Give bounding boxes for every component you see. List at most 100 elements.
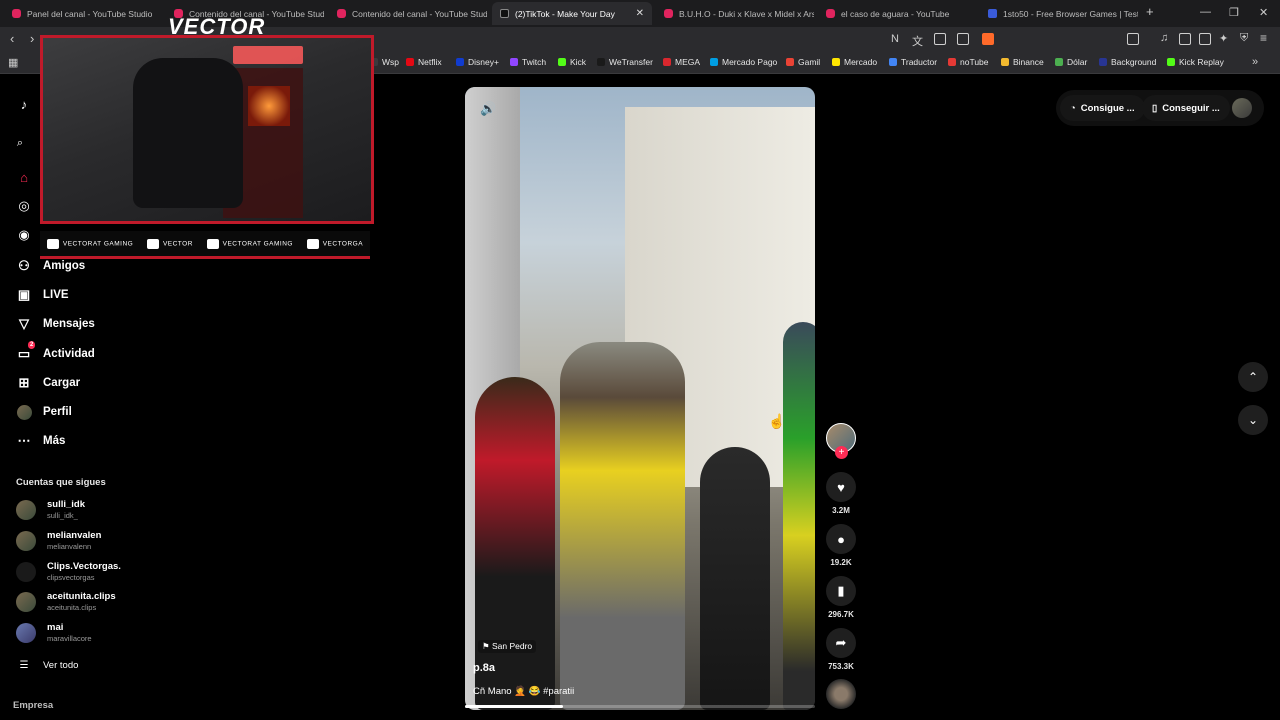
- video-player[interactable]: [465, 87, 815, 710]
- chevron-up-icon: ⌃: [1247, 370, 1259, 384]
- get-coins-button[interactable]: ◔ Consigue ...: [1060, 95, 1145, 121]
- tiktok-logo-icon[interactable]: ♪: [16, 96, 32, 112]
- bookmark-binance[interactable]: Binance: [1001, 57, 1044, 67]
- video-progress-bar[interactable]: [465, 705, 815, 708]
- avatar: [16, 561, 36, 582]
- previous-video-button[interactable]: ⌃: [1238, 362, 1268, 392]
- bookmark-mercado[interactable]: Mercado: [832, 57, 877, 67]
- minimize-icon[interactable]: —: [1200, 6, 1211, 18]
- avatar: [16, 530, 36, 551]
- sidebar-item-live[interactable]: ▣ LIVE: [16, 287, 69, 303]
- games-icon: [988, 9, 997, 18]
- comment-icon[interactable]: ●: [826, 524, 856, 554]
- tab-buho-song[interactable]: B.U.H.O - Duki x Klave x Midel x Arse: [656, 2, 814, 25]
- bookmark-notube-icon: [948, 58, 956, 66]
- bookmark-notube[interactable]: noTube: [948, 57, 989, 67]
- tab-youtube-studio-content-2[interactable]: Contenido del canal - YouTube Studio: [329, 2, 487, 25]
- youtube-icon: [664, 9, 673, 18]
- bookmark-kick[interactable]: Kick: [558, 57, 586, 67]
- cast-icon[interactable]: [934, 33, 946, 45]
- screenshot-icon[interactable]: [1127, 33, 1139, 45]
- see-all-link[interactable]: ☰ Ver todo: [16, 657, 79, 673]
- youtube-icon: [46, 238, 59, 249]
- bookmark-disney[interactable]: Disney+: [456, 57, 499, 67]
- following-icon[interactable]: ◉: [16, 227, 32, 243]
- forward-icon[interactable]: ›: [30, 31, 34, 46]
- following-item[interactable]: melianvalen melianvalenn: [16, 530, 101, 551]
- bookmark-dolar[interactable]: Dólar: [1055, 57, 1087, 67]
- chevron-down-icon: ⌄: [1247, 413, 1259, 427]
- sidebar-item-activity[interactable]: ▭ 2 Actividad: [16, 341, 95, 362]
- bookmark-mega-icon: [663, 58, 671, 66]
- next-video-button[interactable]: ⌄: [1238, 405, 1268, 435]
- explore-icon[interactable]: ◎: [16, 198, 32, 214]
- bookmark-mercado-pago[interactable]: Mercado Pago: [710, 57, 777, 67]
- messages-icon: ▽: [19, 316, 29, 331]
- sidebar-item-upload[interactable]: ⊞ Cargar: [16, 375, 81, 391]
- tab-youtube-studio-panel[interactable]: Panel del canal - YouTube Studio: [4, 2, 162, 25]
- new-tab-button[interactable]: +: [1146, 4, 1154, 19]
- wallet-icon[interactable]: [1199, 33, 1211, 45]
- sidebar-item-messages[interactable]: ▽ Mensajes: [16, 316, 95, 332]
- save-action[interactable]: ▮ 296.7K: [826, 576, 856, 619]
- activity-badge: 2: [28, 341, 36, 349]
- close-tab-icon[interactable]: ✕: [636, 8, 644, 19]
- more-bookmarks-icon[interactable]: »: [1252, 56, 1258, 68]
- bookmark-traductor[interactable]: Traductor: [889, 57, 937, 67]
- volume-icon[interactable]: 🔊: [480, 101, 496, 117]
- follow-plus-icon[interactable]: +: [835, 446, 848, 459]
- bookmark-twitch[interactable]: Twitch: [510, 57, 546, 67]
- bookmark-kick-replay[interactable]: Kick Replay: [1167, 57, 1224, 67]
- bookmark-background[interactable]: Background: [1099, 57, 1156, 67]
- share-action[interactable]: ➦ 753.3K: [826, 628, 856, 671]
- menu-icon[interactable]: ≡: [1260, 31, 1267, 45]
- translate-icon[interactable]: 文: [912, 33, 923, 49]
- avatar: [16, 499, 36, 520]
- tab-1sto50[interactable]: 1sto50 - Free Browser Games | Test Y: [980, 2, 1138, 25]
- tab-caso-aguara[interactable]: el caso de aguara - YouTube: [818, 2, 976, 25]
- bookmark-icon[interactable]: ▮: [826, 576, 856, 606]
- sidebar-item-friends[interactable]: ⚇ Amigos: [16, 258, 85, 274]
- heart-icon[interactable]: ♥: [826, 472, 856, 502]
- share-icon[interactable]: [957, 33, 969, 45]
- bookmark-gamil[interactable]: Gamil: [786, 57, 820, 67]
- ai-icon[interactable]: ✦: [1219, 32, 1228, 45]
- comment-action[interactable]: ● 19.2K: [826, 524, 856, 567]
- company-link[interactable]: Empresa: [13, 700, 53, 711]
- following-item[interactable]: mai maravillacore: [16, 622, 92, 643]
- video-author[interactable]: p.8a: [473, 662, 495, 674]
- music-disc-icon[interactable]: [826, 679, 856, 709]
- following-item[interactable]: sulli_idk sulli_idk_: [16, 499, 85, 520]
- avatar: [16, 591, 36, 612]
- twitter-icon: [206, 238, 219, 249]
- brave-shield-icon[interactable]: [982, 33, 994, 45]
- location-tag[interactable]: ⚑ San Pedro: [478, 640, 537, 653]
- following-item[interactable]: aceitunita.clips aceitunita.clips: [16, 591, 116, 612]
- apps-icon[interactable]: ▦: [8, 56, 18, 69]
- vpn-icon[interactable]: ⛨: [1240, 32, 1248, 45]
- reader-icon[interactable]: N: [891, 33, 899, 45]
- search-icon[interactable]: ⌕: [12, 135, 28, 151]
- back-icon[interactable]: ‹: [10, 31, 14, 46]
- sidebar-item-profile[interactable]: Perfil: [16, 404, 72, 420]
- tab-tiktok[interactable]: (2)TikTok - Make Your Day ✕: [492, 2, 652, 25]
- list-icon: ☰: [19, 659, 29, 671]
- sidebar-item-more[interactable]: ⋯ Más: [16, 433, 66, 449]
- close-window-icon[interactable]: ✕: [1259, 6, 1268, 19]
- bookmark-mega[interactable]: MEGA: [663, 57, 700, 67]
- following-item[interactable]: Clips.Vectorgas. clipsvectorgas: [16, 561, 121, 582]
- home-icon[interactable]: ⌂: [16, 169, 32, 185]
- instagram-icon: [306, 238, 319, 249]
- maximize-icon[interactable]: ❐: [1229, 6, 1239, 19]
- bookmark-wsp[interactable]: Wsp: [370, 57, 399, 67]
- bookmark-wetransfer[interactable]: WeTransfer: [597, 57, 653, 67]
- bookmark-netflix[interactable]: Netflix: [406, 57, 442, 67]
- share-arrow-icon[interactable]: ➦: [826, 628, 856, 658]
- sidebar-icon[interactable]: [1179, 33, 1191, 45]
- music-icon[interactable]: ♫: [1160, 32, 1168, 44]
- neon-sign: [233, 46, 303, 64]
- get-app-button[interactable]: ▯ Conseguir ...: [1142, 95, 1230, 121]
- user-avatar[interactable]: [1232, 98, 1252, 118]
- like-action[interactable]: ♥ 3.2M: [826, 472, 856, 515]
- bookmark-kick-replay-icon: [1167, 58, 1175, 66]
